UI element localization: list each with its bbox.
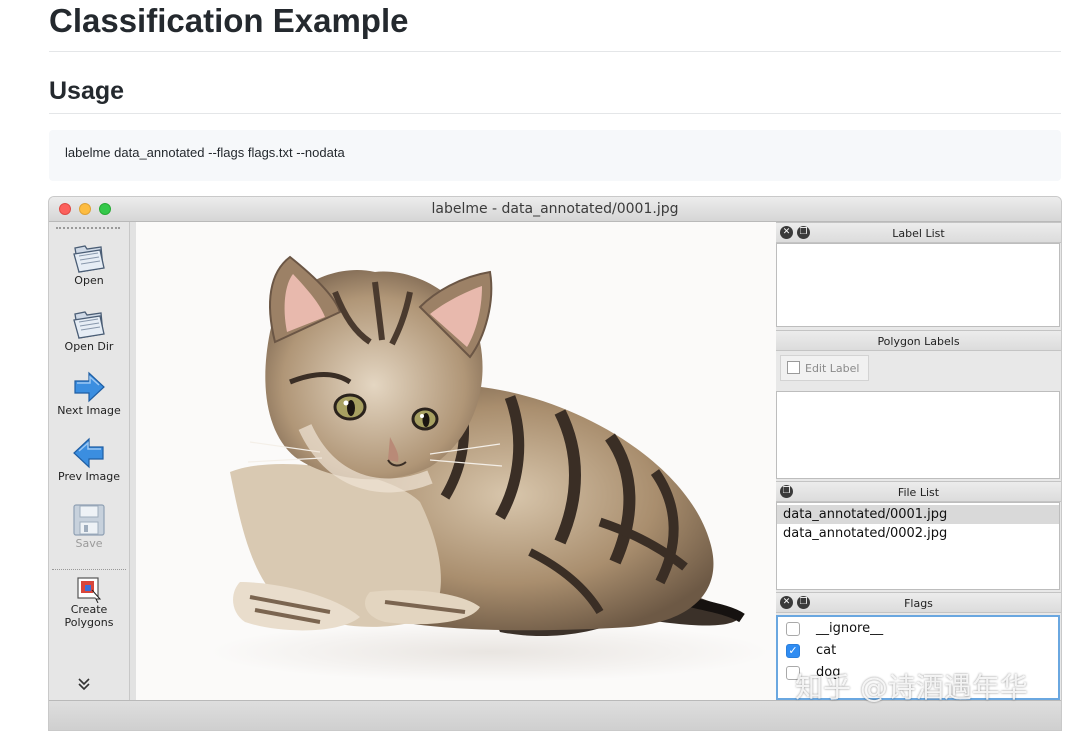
window-titlebar: labelme - data_annotated/0001.jpg [49, 197, 1061, 222]
left-toolbar: Open Open Dir Next Image Prev Image Save… [49, 222, 130, 700]
save-button[interactable]: Save [49, 503, 129, 550]
flag-label: cat [816, 643, 837, 658]
window-title: labelme - data_annotated/0001.jpg [431, 201, 679, 217]
open-label: Open [74, 274, 104, 287]
arrow-right-icon [74, 371, 105, 403]
open-dir-label: Open Dir [64, 340, 114, 353]
polygon-labels-list[interactable] [776, 391, 1060, 479]
save-label: Save [75, 537, 103, 550]
canvas-vertical-scrollbar[interactable] [130, 222, 136, 700]
title-divider [49, 51, 1061, 52]
label-list[interactable] [776, 243, 1060, 327]
file-list-title: File List [897, 486, 940, 499]
create-polygon-icon [77, 577, 102, 603]
command-code-block: labelme data_annotated --flags flags.txt… [49, 130, 1061, 181]
watermark: 知乎 @诗酒遇年华 [795, 671, 1028, 704]
kitten-image [210, 255, 770, 682]
next-image-label: Next Image [57, 404, 121, 417]
edit-label-button[interactable]: Edit Label [780, 355, 869, 381]
label-list-header: ✕ ❐ Label List [776, 222, 1061, 243]
prev-image-label: Prev Image [58, 470, 120, 483]
edit-icon [787, 361, 800, 374]
polygon-labels-header: Polygon Labels [776, 330, 1061, 351]
labelme-window: labelme - data_annotated/0001.jpg Open O… [49, 197, 1061, 730]
open-dir-button[interactable]: Open Dir [49, 308, 129, 353]
section-divider [49, 113, 1061, 114]
flags-title: Flags [904, 597, 933, 610]
section-heading: Usage [49, 77, 125, 105]
create-polygons-button[interactable]: Create Polygons [49, 575, 129, 629]
folder-open-icon [73, 245, 105, 273]
chevron-down-icon[interactable] [77, 677, 91, 695]
create-polygons-label: Create Polygons [64, 603, 114, 629]
edit-label-text: Edit Label [805, 362, 860, 375]
file-list-item[interactable]: data_annotated/0001.jpg [777, 505, 1059, 524]
flag-checkbox[interactable] [786, 622, 800, 636]
folder-open-icon [73, 311, 105, 339]
image-canvas[interactable] [130, 222, 776, 700]
flags-header: ✕ ❐ Flags [776, 592, 1061, 613]
toolbar-grip[interactable] [56, 227, 120, 229]
polygon-labels-title: Polygon Labels [877, 335, 960, 348]
file-list-header: ❐ File List [776, 481, 1061, 502]
next-image-button[interactable]: Next Image [49, 370, 129, 417]
label-list-title: Label List [892, 227, 945, 240]
page-title: Classification Example [49, 2, 409, 39]
flag-checkbox-checked[interactable]: ✓ [786, 644, 800, 658]
file-list-item[interactable]: data_annotated/0002.jpg [777, 524, 1059, 543]
toolbar-separator [52, 569, 126, 570]
right-dock-panels: ✕ ❐ Label List Polygon Labels Edit Label… [776, 222, 1061, 700]
prev-image-button[interactable]: Prev Image [49, 436, 129, 483]
flag-label: __ignore__ [816, 621, 884, 636]
arrow-left-icon [73, 437, 104, 469]
floppy-disk-icon [73, 504, 105, 536]
open-button[interactable]: Open [49, 242, 129, 287]
file-list[interactable]: data_annotated/0001.jpg data_annotated/0… [776, 502, 1060, 590]
